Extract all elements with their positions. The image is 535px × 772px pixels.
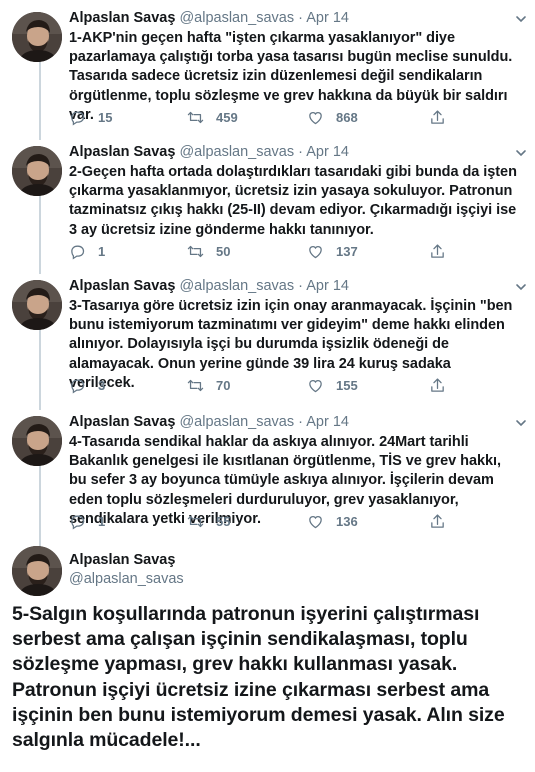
reply-icon: [69, 513, 98, 530]
author-name[interactable]: Alpaslan Savaş: [69, 10, 175, 26]
tweet-date[interactable]: Apr 14: [306, 278, 349, 294]
separator-dot: ·: [298, 278, 303, 294]
like-icon: [307, 109, 336, 126]
retweet-button[interactable]: 70: [187, 375, 230, 395]
author-handle[interactable]: @alpaslan_savas: [179, 414, 294, 430]
tweet-header: Alpaslan Savaş @alpaslan_savas · Apr 14: [69, 143, 517, 162]
retweet-button[interactable]: 55: [187, 511, 230, 531]
reply-icon: [69, 377, 98, 394]
reply-count: 15: [98, 109, 113, 125]
retweet-count: 70: [216, 377, 231, 393]
tweet-header: Alpaslan Savaş @alpaslan_savas · Apr 14: [69, 9, 517, 28]
like-button[interactable]: 868: [307, 107, 358, 127]
reply-button[interactable]: 15: [69, 107, 112, 127]
share-icon: [429, 109, 446, 126]
reply-icon: [69, 243, 98, 260]
reply-count: 1: [98, 243, 106, 259]
reply-count: 1: [98, 513, 106, 529]
share-button[interactable]: [429, 511, 446, 531]
author-handle[interactable]: @alpaslan_savas: [69, 570, 517, 589]
thread-line: [39, 466, 41, 546]
retweet-count: 55: [216, 513, 231, 529]
tweet-actions: 3 70 155: [69, 375, 469, 395]
thread-line: [39, 62, 41, 140]
share-button[interactable]: [429, 375, 446, 395]
retweet-count: 50: [216, 243, 231, 259]
tweet-header: Alpaslan Savaş @alpaslan_savas · Apr 14: [69, 277, 517, 296]
author-handle[interactable]: @alpaslan_savas: [179, 10, 294, 26]
reply-count: 3: [98, 377, 106, 393]
like-button[interactable]: 136: [307, 511, 358, 531]
retweet-icon: [187, 513, 216, 530]
like-icon: [307, 377, 336, 394]
retweet-count: 459: [216, 109, 238, 125]
avatar[interactable]: [12, 416, 62, 466]
author-handle[interactable]: @alpaslan_savas: [179, 144, 294, 160]
like-count: 155: [336, 377, 358, 393]
tweet-header: Alpaslan Savaş @alpaslan_savas · Apr 14: [69, 413, 517, 432]
tweet-actions: 15 459 868: [69, 107, 469, 127]
avatar[interactable]: [12, 146, 62, 196]
retweet-icon: [187, 109, 216, 126]
tweet-date[interactable]: Apr 14: [306, 414, 349, 430]
thread-line: [39, 196, 41, 274]
tweet-date[interactable]: Apr 14: [306, 144, 349, 160]
avatar[interactable]: [12, 546, 62, 596]
share-icon: [429, 377, 446, 394]
avatar[interactable]: [12, 12, 62, 62]
main-tweet-header: Alpaslan Savaş @alpaslan_savas: [69, 551, 517, 589]
thread-line: [39, 330, 41, 410]
author-name[interactable]: Alpaslan Savaş: [69, 551, 517, 570]
author-handle[interactable]: @alpaslan_savas: [179, 278, 294, 294]
share-icon: [429, 243, 446, 260]
retweet-icon: [187, 377, 216, 394]
reply-button[interactable]: 3: [69, 375, 105, 395]
like-button[interactable]: 137: [307, 241, 358, 261]
like-button[interactable]: 155: [307, 375, 358, 395]
main-tweet-text: 5-Salgın koşullarında patronun işyerini …: [12, 603, 505, 752]
tweet-actions: 1 55 136: [69, 511, 469, 531]
tweet-text: 2-Geçen hafta ortada dolaştırdıkları tas…: [69, 164, 517, 238]
retweet-button[interactable]: 50: [187, 241, 230, 261]
like-icon: [307, 513, 336, 530]
tweet-date[interactable]: Apr 14: [306, 10, 349, 26]
like-count: 868: [336, 109, 358, 125]
author-name[interactable]: Alpaslan Savaş: [69, 414, 175, 430]
separator-dot: ·: [298, 414, 303, 430]
like-icon: [307, 243, 336, 260]
share-icon: [429, 513, 446, 530]
reply-icon: [69, 109, 98, 126]
author-name[interactable]: Alpaslan Savaş: [69, 144, 175, 160]
share-button[interactable]: [429, 107, 446, 127]
like-count: 136: [336, 513, 358, 529]
reply-button[interactable]: 1: [69, 241, 105, 261]
separator-dot: ·: [298, 144, 303, 160]
avatar[interactable]: [12, 280, 62, 330]
retweet-icon: [187, 243, 216, 260]
reply-button[interactable]: 1: [69, 511, 105, 531]
retweet-button[interactable]: 459: [187, 107, 238, 127]
tweet-content: Alpaslan Savaş @alpaslan_savas · Apr 14 2…: [69, 143, 517, 240]
like-count: 137: [336, 243, 358, 259]
share-button[interactable]: [429, 241, 446, 261]
tweet-actions: 1 50 137: [69, 241, 469, 261]
separator-dot: ·: [298, 10, 303, 26]
author-name[interactable]: Alpaslan Savaş: [69, 278, 175, 294]
